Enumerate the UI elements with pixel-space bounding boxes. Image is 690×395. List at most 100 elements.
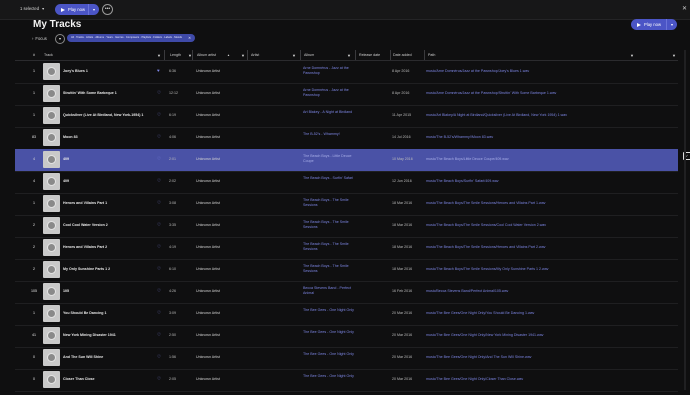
track-title[interactable]: And The Sun Will Shine	[63, 355, 103, 359]
album-link[interactable]: Art Blakey - A Night at Birdland	[303, 110, 359, 115]
album-artist[interactable]: Unknown Artist	[196, 267, 220, 271]
album-link[interactable]: Arne Domnérus - Jazz at the Pawnshop	[303, 66, 359, 76]
path-link[interactable]: music/The Beach Boys/The Smile Sessions/…	[426, 267, 548, 271]
path-link[interactable]: music/The Beach Boys/Little Deuce Coupe/…	[426, 157, 509, 161]
path-link[interactable]: music/The Bee Gees/One Night Only/And Th…	[426, 355, 531, 359]
scrollbar[interactable]	[684, 50, 686, 390]
album-artist[interactable]: Unknown Artist	[196, 355, 220, 359]
track-title[interactable]: Struttin' With Some Barbeque 1	[63, 91, 117, 95]
album-link[interactable]: The Beach Boys - The Smile Sessions	[303, 198, 359, 208]
focus-toggle[interactable]: › Focus	[32, 36, 47, 41]
track-title[interactable]: You Should Be Dancing 1	[63, 311, 106, 315]
album-artist[interactable]: Unknown Artist	[196, 333, 220, 337]
album-link[interactable]: The Beach Boys - Little Deuce Coupe	[303, 154, 359, 164]
path-link[interactable]: music/The Bee Gees/One Night Only/You Sh…	[426, 311, 534, 315]
heart-icon[interactable]: ♡	[157, 266, 161, 272]
col-num[interactable]: #	[33, 53, 35, 57]
album-link[interactable]: Arne Domnérus - Jazz at the Pawnshop	[303, 88, 359, 98]
track-title[interactable]: Moon 83	[63, 135, 78, 139]
col-path[interactable]: Path	[428, 53, 435, 57]
heart-icon[interactable]: ♡	[157, 332, 161, 338]
column-divider[interactable]	[300, 50, 301, 60]
table-row[interactable]: 0 And The Sun Will Shine ♡ 1:56 Unknown Arti…	[15, 347, 678, 370]
track-title[interactable]: Heroes and Villains Part 1	[63, 201, 107, 205]
heart-icon[interactable]: ♡	[157, 156, 161, 162]
album-link[interactable]: The Bee Gees - One Night Only	[303, 374, 359, 379]
album-artist[interactable]: Unknown Artist	[196, 179, 220, 183]
album-link[interactable]: The B-52's - Whammy!	[303, 132, 359, 137]
col-album-artist[interactable]: Album artist	[197, 53, 216, 57]
column-divider[interactable]	[390, 50, 391, 60]
filter-icon[interactable]: ▼	[347, 53, 351, 58]
play-options-dropdown-main[interactable]: ▾	[666, 19, 677, 30]
album-link[interactable]: The Beach Boys - The Smile Sessions	[303, 220, 359, 230]
col-track[interactable]: Track	[44, 53, 53, 57]
album-artist[interactable]: Unknown Artist	[196, 201, 220, 205]
col-release-date[interactable]: Release date	[359, 53, 380, 57]
column-divider[interactable]	[164, 50, 165, 60]
play-now-button-main[interactable]: Play now ▾	[631, 19, 677, 30]
table-row[interactable]: 4 409 ♡ 2:01 Unknown Artist The Beach Boys - …	[15, 149, 690, 172]
column-divider[interactable]	[192, 50, 193, 60]
album-link[interactable]: The Bee Gees - One Night Only	[303, 308, 359, 313]
path-link[interactable]: music/The Bee Gees/One Night Only/New Yo…	[426, 333, 543, 337]
filter-dropdown-button[interactable]: ▾	[55, 34, 65, 44]
selection-count[interactable]: 1 selected ▾	[20, 6, 44, 11]
table-row[interactable]: 0 Closer Than Close ♡ 2:05 Unknown Artist The…	[15, 369, 678, 392]
track-title[interactable]: 105	[63, 289, 69, 293]
col-length[interactable]: Length	[170, 53, 181, 57]
heart-icon[interactable]: ♡	[157, 134, 161, 140]
filter-icon[interactable]: ▼	[157, 53, 161, 58]
album-artist[interactable]: Unknown Artist	[196, 113, 220, 117]
table-row[interactable]: 83 Moon 83 ♡ 4:06 Unknown Artist The B-52's -…	[15, 127, 678, 150]
track-title[interactable]: Heroes and Villains Part 2	[63, 245, 107, 249]
track-title[interactable]: My Only Sunshine Parts 1 2	[63, 267, 110, 271]
table-row[interactable]: 1 Quicksilver (Live At Birdland, New York…	[15, 105, 678, 128]
table-row[interactable]: 41 New York Mining Disaster 1941 ♡ 2:50 Unkn…	[15, 325, 678, 348]
path-link[interactable]: music/Becca Stevens Band/Perfect Animal/…	[426, 289, 508, 293]
table-row[interactable]: 4 409 ♡ 2:02 Unknown Artist The Beach Boys - …	[15, 171, 678, 194]
album-artist[interactable]: Unknown Artist	[196, 91, 220, 95]
path-link[interactable]: music/The B-52's/Whammy!/Moon 83.wav	[426, 135, 493, 139]
heart-icon[interactable]: ♡	[157, 112, 161, 118]
table-row[interactable]: 2 Cool Cool Water Version 2 ♡ 3:35 Unknown A…	[15, 215, 678, 238]
table-row[interactable]: 1 You Should Be Dancing 1 ♡ 3:09 Unknown Art…	[15, 303, 678, 326]
col-date-added[interactable]: Date added	[393, 53, 412, 57]
column-divider[interactable]	[247, 50, 248, 60]
track-title[interactable]: Closer Than Close	[63, 377, 95, 381]
track-title[interactable]: 409	[63, 179, 69, 183]
album-link[interactable]: The Bee Gees - One Night Only	[303, 330, 359, 335]
table-row[interactable]: 1 Heroes and Villains Part 1 ♡ 3:08 Unknown …	[15, 193, 678, 216]
heart-icon[interactable]: ♡	[157, 222, 161, 228]
track-title[interactable]: 409	[63, 157, 69, 161]
album-artist[interactable]: Unknown Artist	[196, 311, 220, 315]
table-row[interactable]: 1 Joey's Blues 1 ♥ 6:36 Unknown Artist Arne D…	[15, 61, 678, 84]
album-artist[interactable]: Unknown Artist	[196, 69, 220, 73]
heart-icon[interactable]: ♥	[157, 68, 160, 73]
heart-icon[interactable]: ♡	[157, 244, 161, 250]
play-now-button[interactable]: Play now ▾	[55, 4, 99, 15]
filter-icon[interactable]: ▼	[630, 53, 634, 58]
play-options-dropdown[interactable]: ▾	[88, 4, 99, 15]
album-artist[interactable]: Unknown Artist	[196, 377, 220, 381]
close-selection-button[interactable]: ✕	[682, 5, 687, 12]
path-link[interactable]: music/The Beach Boys/The Smile Sessions/…	[426, 223, 546, 227]
path-link[interactable]: music/Arne Domnérus/Jazz at the Pawnshop…	[426, 91, 556, 95]
col-album[interactable]: Album	[304, 53, 314, 57]
path-link[interactable]: music/The Bee Gees/One Night Only/Closer…	[426, 377, 523, 381]
album-artist[interactable]: Unknown Artist	[196, 157, 220, 161]
track-title[interactable]: New York Mining Disaster 1941	[63, 333, 116, 337]
album-artist[interactable]: Unknown Artist	[196, 289, 220, 293]
column-divider[interactable]	[355, 50, 356, 60]
album-link[interactable]: The Beach Boys - The Smile Sessions	[303, 242, 359, 252]
album-link[interactable]: The Beach Boys - The Smile Sessions	[303, 264, 359, 274]
more-options-button[interactable]: •••	[102, 4, 113, 15]
path-link[interactable]: music/The Beach Boys/The Smile Sessions/…	[426, 201, 545, 205]
track-title[interactable]: Joey's Blues 1	[63, 69, 88, 73]
table-row[interactable]: 2 My Only Sunshine Parts 1 2 ♡ 6:10 Unknown …	[15, 259, 678, 282]
table-row[interactable]: 105 105 ♡ 4:26 Unknown Artist Becca Stevens B…	[15, 281, 678, 304]
heart-icon[interactable]: ♡	[157, 178, 161, 184]
album-artist[interactable]: Unknown Artist	[196, 135, 220, 139]
heart-icon[interactable]: ♡	[157, 288, 161, 294]
heart-icon[interactable]: ♡	[157, 90, 161, 96]
